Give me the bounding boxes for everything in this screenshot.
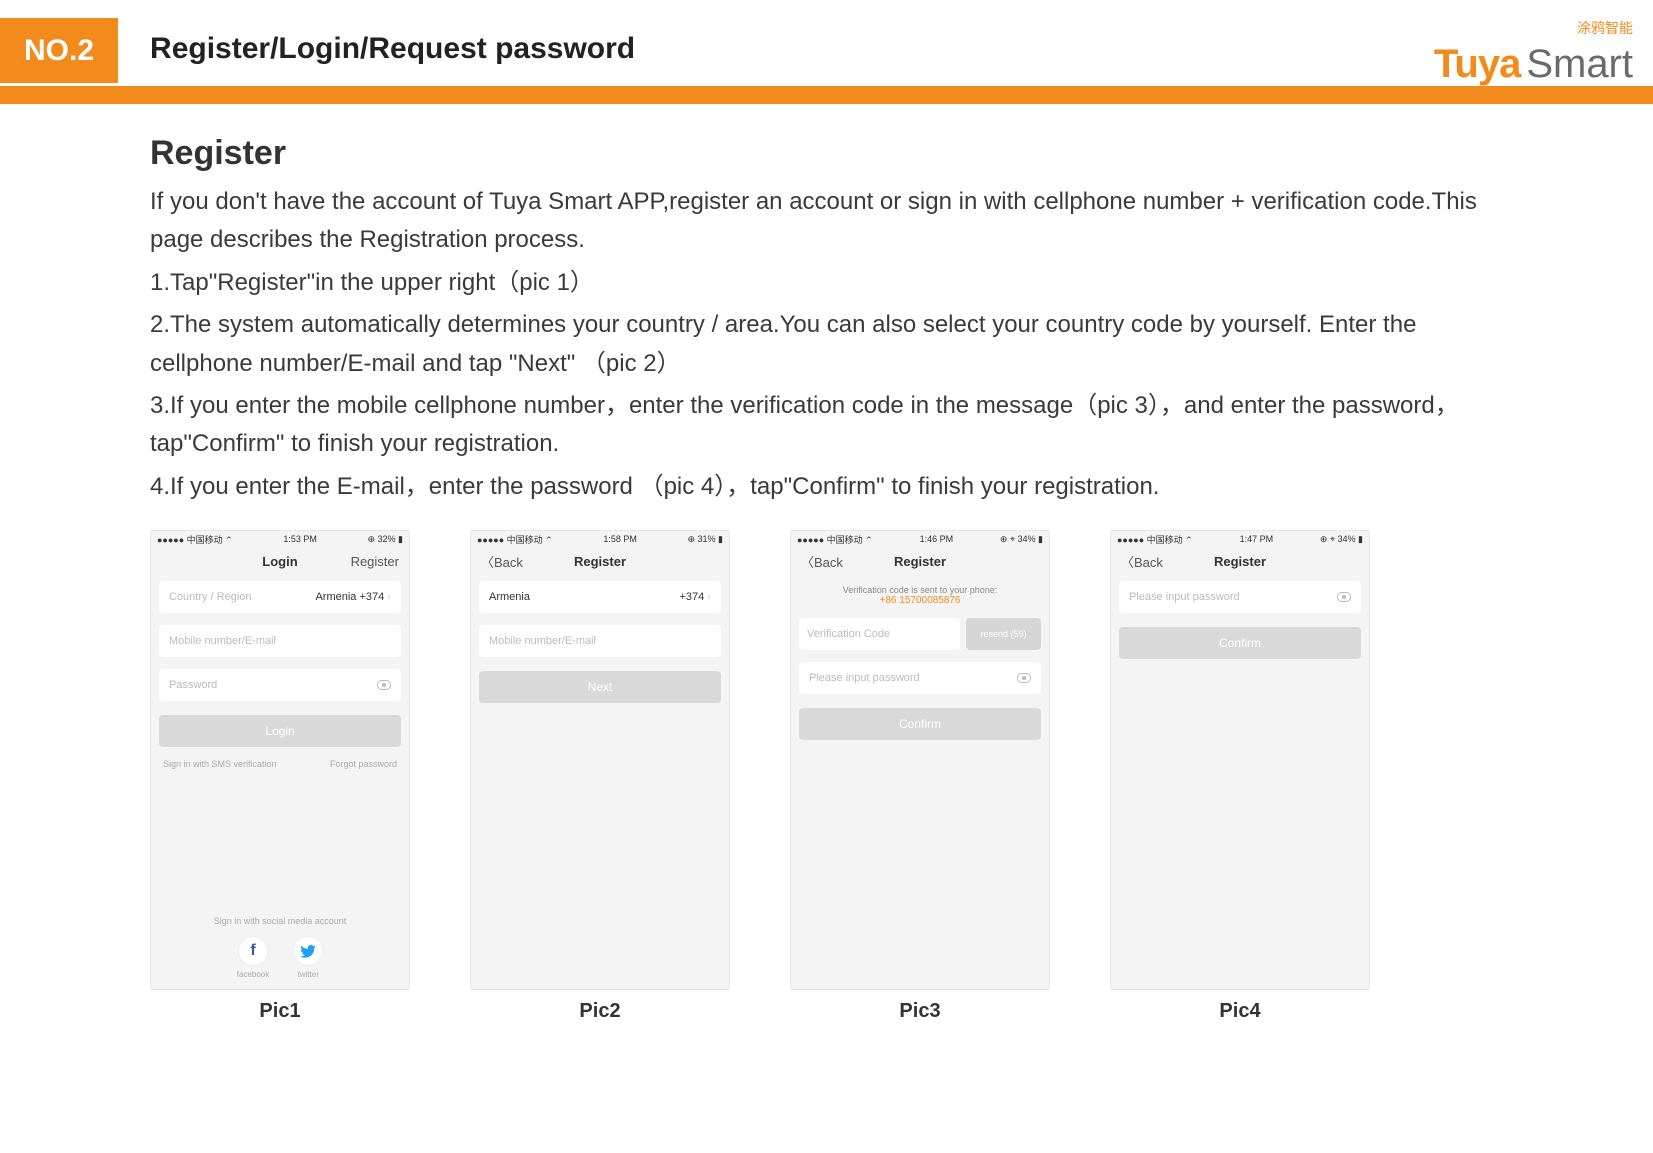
social-title: Sign in with social media account <box>151 916 409 926</box>
status-bar: ●●●●● 中国移动 ⌃ 1:46 PM ⊕ ⌖ 34% ▮ <box>791 531 1049 547</box>
screenshots-row: ●●●●● 中国移动 ⌃ 1:53 PM ⊕ 32% ▮ Login Regis… <box>150 530 1496 1023</box>
phone-mock-3: ●●●●● 中国移动 ⌃ 1:46 PM ⊕ ⌖ 34% ▮ 〈Back Reg… <box>790 530 1050 990</box>
password-input[interactable]: Please input password <box>799 662 1041 694</box>
nav-bar: 〈Back Register <box>471 547 729 575</box>
time-text: 1:58 PM <box>603 534 637 544</box>
page-title: Register/Login/Request password <box>150 18 635 66</box>
nav-center: Register <box>1214 554 1266 569</box>
step1-text: 1.Tap"Register"in the upper right（pic 1） <box>150 264 1496 302</box>
pic3-caption: Pic3 <box>790 1000 1050 1023</box>
back-button[interactable]: 〈Back <box>1121 552 1181 571</box>
country-region-cell[interactable]: Country / Region Armenia +374 › <box>159 581 401 613</box>
intro-text: If you don't have the account of Tuya Sm… <box>150 183 1496 260</box>
brand-cn-text: 涂鸦智能 <box>1434 18 1633 38</box>
nav-center: Register <box>574 554 626 569</box>
nav-center: Login <box>262 554 297 569</box>
step2-text: 2.The system automatically determines yo… <box>150 306 1496 383</box>
phone-col-2: ●●●●● 中国移动 ⌃ 1:58 PM ⊕ 31% ▮ 〈Back Regis… <box>470 530 730 1023</box>
login-button[interactable]: Login <box>159 715 401 747</box>
back-button[interactable]: 〈Back <box>801 552 861 571</box>
eye-off-icon[interactable] <box>377 680 391 690</box>
nav-bar: Login Register <box>151 547 409 575</box>
facebook-icon: f <box>238 936 268 966</box>
phone-mock-4: ●●●●● 中国移动 ⌃ 1:47 PM ⊕ ⌖ 34% ▮ 〈Back Reg… <box>1110 530 1370 990</box>
social-section: Sign in with social media account f face… <box>151 916 409 979</box>
back-button[interactable]: 〈Back <box>481 552 541 571</box>
pic4-caption: Pic4 <box>1110 1000 1370 1023</box>
helper-links: Sign in with SMS verification Forgot pas… <box>151 755 409 773</box>
country-select-cell[interactable]: Armenia +374 › <box>479 581 721 613</box>
step4-text: 4.If you enter the E-mail，enter the pass… <box>150 468 1496 506</box>
password-input[interactable]: Password <box>159 669 401 701</box>
mobile-input[interactable]: Mobile number/E-mail <box>479 625 721 657</box>
mobile-placeholder: Mobile number/E-mail <box>169 635 276 647</box>
eye-icon[interactable] <box>1017 673 1031 683</box>
brand-sub-text: Smart <box>1526 42 1633 87</box>
country-code: +374 <box>679 591 704 603</box>
phone-col-4: ●●●●● 中国移动 ⌃ 1:47 PM ⊕ ⌖ 34% ▮ 〈Back Reg… <box>1110 530 1370 1023</box>
nav-bar: 〈Back Register <box>1111 547 1369 575</box>
pic1-caption: Pic1 <box>150 1000 410 1023</box>
nav-center: Register <box>894 554 946 569</box>
section-title: Register <box>150 134 1496 173</box>
confirm-button[interactable]: Confirm <box>799 708 1041 740</box>
verification-code-input[interactable]: Verification Code <box>799 618 960 650</box>
time-text: 1:47 PM <box>1240 534 1274 544</box>
resend-button[interactable]: resend (59) <box>966 618 1041 650</box>
password-placeholder: Password <box>169 679 217 691</box>
register-link[interactable]: Register <box>339 554 399 569</box>
battery-text: ⊕ ⌖ 34% ▮ <box>1000 534 1043 545</box>
verification-phone: +86 15700085876 <box>791 595 1049 606</box>
status-bar: ●●●●● 中国移动 ⌃ 1:53 PM ⊕ 32% ▮ <box>151 531 409 547</box>
chevron-right-icon: › <box>387 591 391 603</box>
battery-text: ⊕ 31% ▮ <box>687 534 723 545</box>
carrier-text: ●●●●● 中国移动 ⌃ <box>797 533 873 546</box>
carrier-text: ●●●●● 中国移动 ⌃ <box>1117 533 1193 546</box>
status-bar: ●●●●● 中国移动 ⌃ 1:47 PM ⊕ ⌖ 34% ▮ <box>1111 531 1369 547</box>
forgot-password-link[interactable]: Forgot password <box>330 759 397 769</box>
pic2-caption: Pic2 <box>470 1000 730 1023</box>
phone-col-1: ●●●●● 中国移动 ⌃ 1:53 PM ⊕ 32% ▮ Login Regis… <box>150 530 410 1023</box>
password-placeholder: Please input password <box>809 672 920 684</box>
nav-bar: 〈Back Register <box>791 547 1049 575</box>
chevron-right-icon: › <box>707 591 711 603</box>
eye-icon[interactable] <box>1337 592 1351 602</box>
country-label: Country / Region <box>169 591 252 603</box>
carrier-text: ●●●●● 中国移动 ⌃ <box>477 533 553 546</box>
phone-mock-1: ●●●●● 中国移动 ⌃ 1:53 PM ⊕ 32% ▮ Login Regis… <box>150 530 410 990</box>
verification-text: Verification code is sent to your phone: <box>791 585 1049 595</box>
time-text: 1:53 PM <box>283 534 317 544</box>
divider-bar <box>0 86 1653 104</box>
facebook-label: facebook <box>237 970 269 979</box>
country-name: Armenia <box>489 591 530 603</box>
battery-text: ⊕ 32% ▮ <box>367 534 403 545</box>
phone-col-3: ●●●●● 中国移动 ⌃ 1:46 PM ⊕ ⌖ 34% ▮ 〈Back Reg… <box>790 530 1050 1023</box>
mobile-placeholder: Mobile number/E-mail <box>489 635 596 647</box>
battery-text: ⊕ ⌖ 34% ▮ <box>1320 534 1363 545</box>
time-text: 1:46 PM <box>920 534 954 544</box>
brand-logo: 涂鸦智能 Tuya Smart <box>1434 18 1633 87</box>
twitter-button[interactable]: twitter <box>293 936 323 979</box>
country-value: Armenia +374 <box>315 591 384 603</box>
section-number-badge: NO.2 <box>0 18 118 83</box>
next-button[interactable]: Next <box>479 671 721 703</box>
twitter-icon <box>293 936 323 966</box>
content-body: Register If you don't have the account o… <box>0 104 1520 1043</box>
facebook-button[interactable]: f facebook <box>237 936 269 979</box>
brand-main-text: Tuya <box>1434 42 1520 87</box>
carrier-text: ●●●●● 中国移动 ⌃ <box>157 533 233 546</box>
code-placeholder: Verification Code <box>807 628 890 640</box>
confirm-button[interactable]: Confirm <box>1119 627 1361 659</box>
mobile-input[interactable]: Mobile number/E-mail <box>159 625 401 657</box>
phone-mock-2: ●●●●● 中国移动 ⌃ 1:58 PM ⊕ 31% ▮ 〈Back Regis… <box>470 530 730 990</box>
step3-text: 3.If you enter the mobile cellphone numb… <box>150 387 1496 464</box>
header: NO.2 Register/Login/Request password 涂鸦智… <box>0 0 1653 80</box>
password-input[interactable]: Please input password <box>1119 581 1361 613</box>
sms-signin-link[interactable]: Sign in with SMS verification <box>163 759 277 769</box>
twitter-label: twitter <box>298 970 319 979</box>
status-bar: ●●●●● 中国移动 ⌃ 1:58 PM ⊕ 31% ▮ <box>471 531 729 547</box>
password-placeholder: Please input password <box>1129 591 1240 603</box>
